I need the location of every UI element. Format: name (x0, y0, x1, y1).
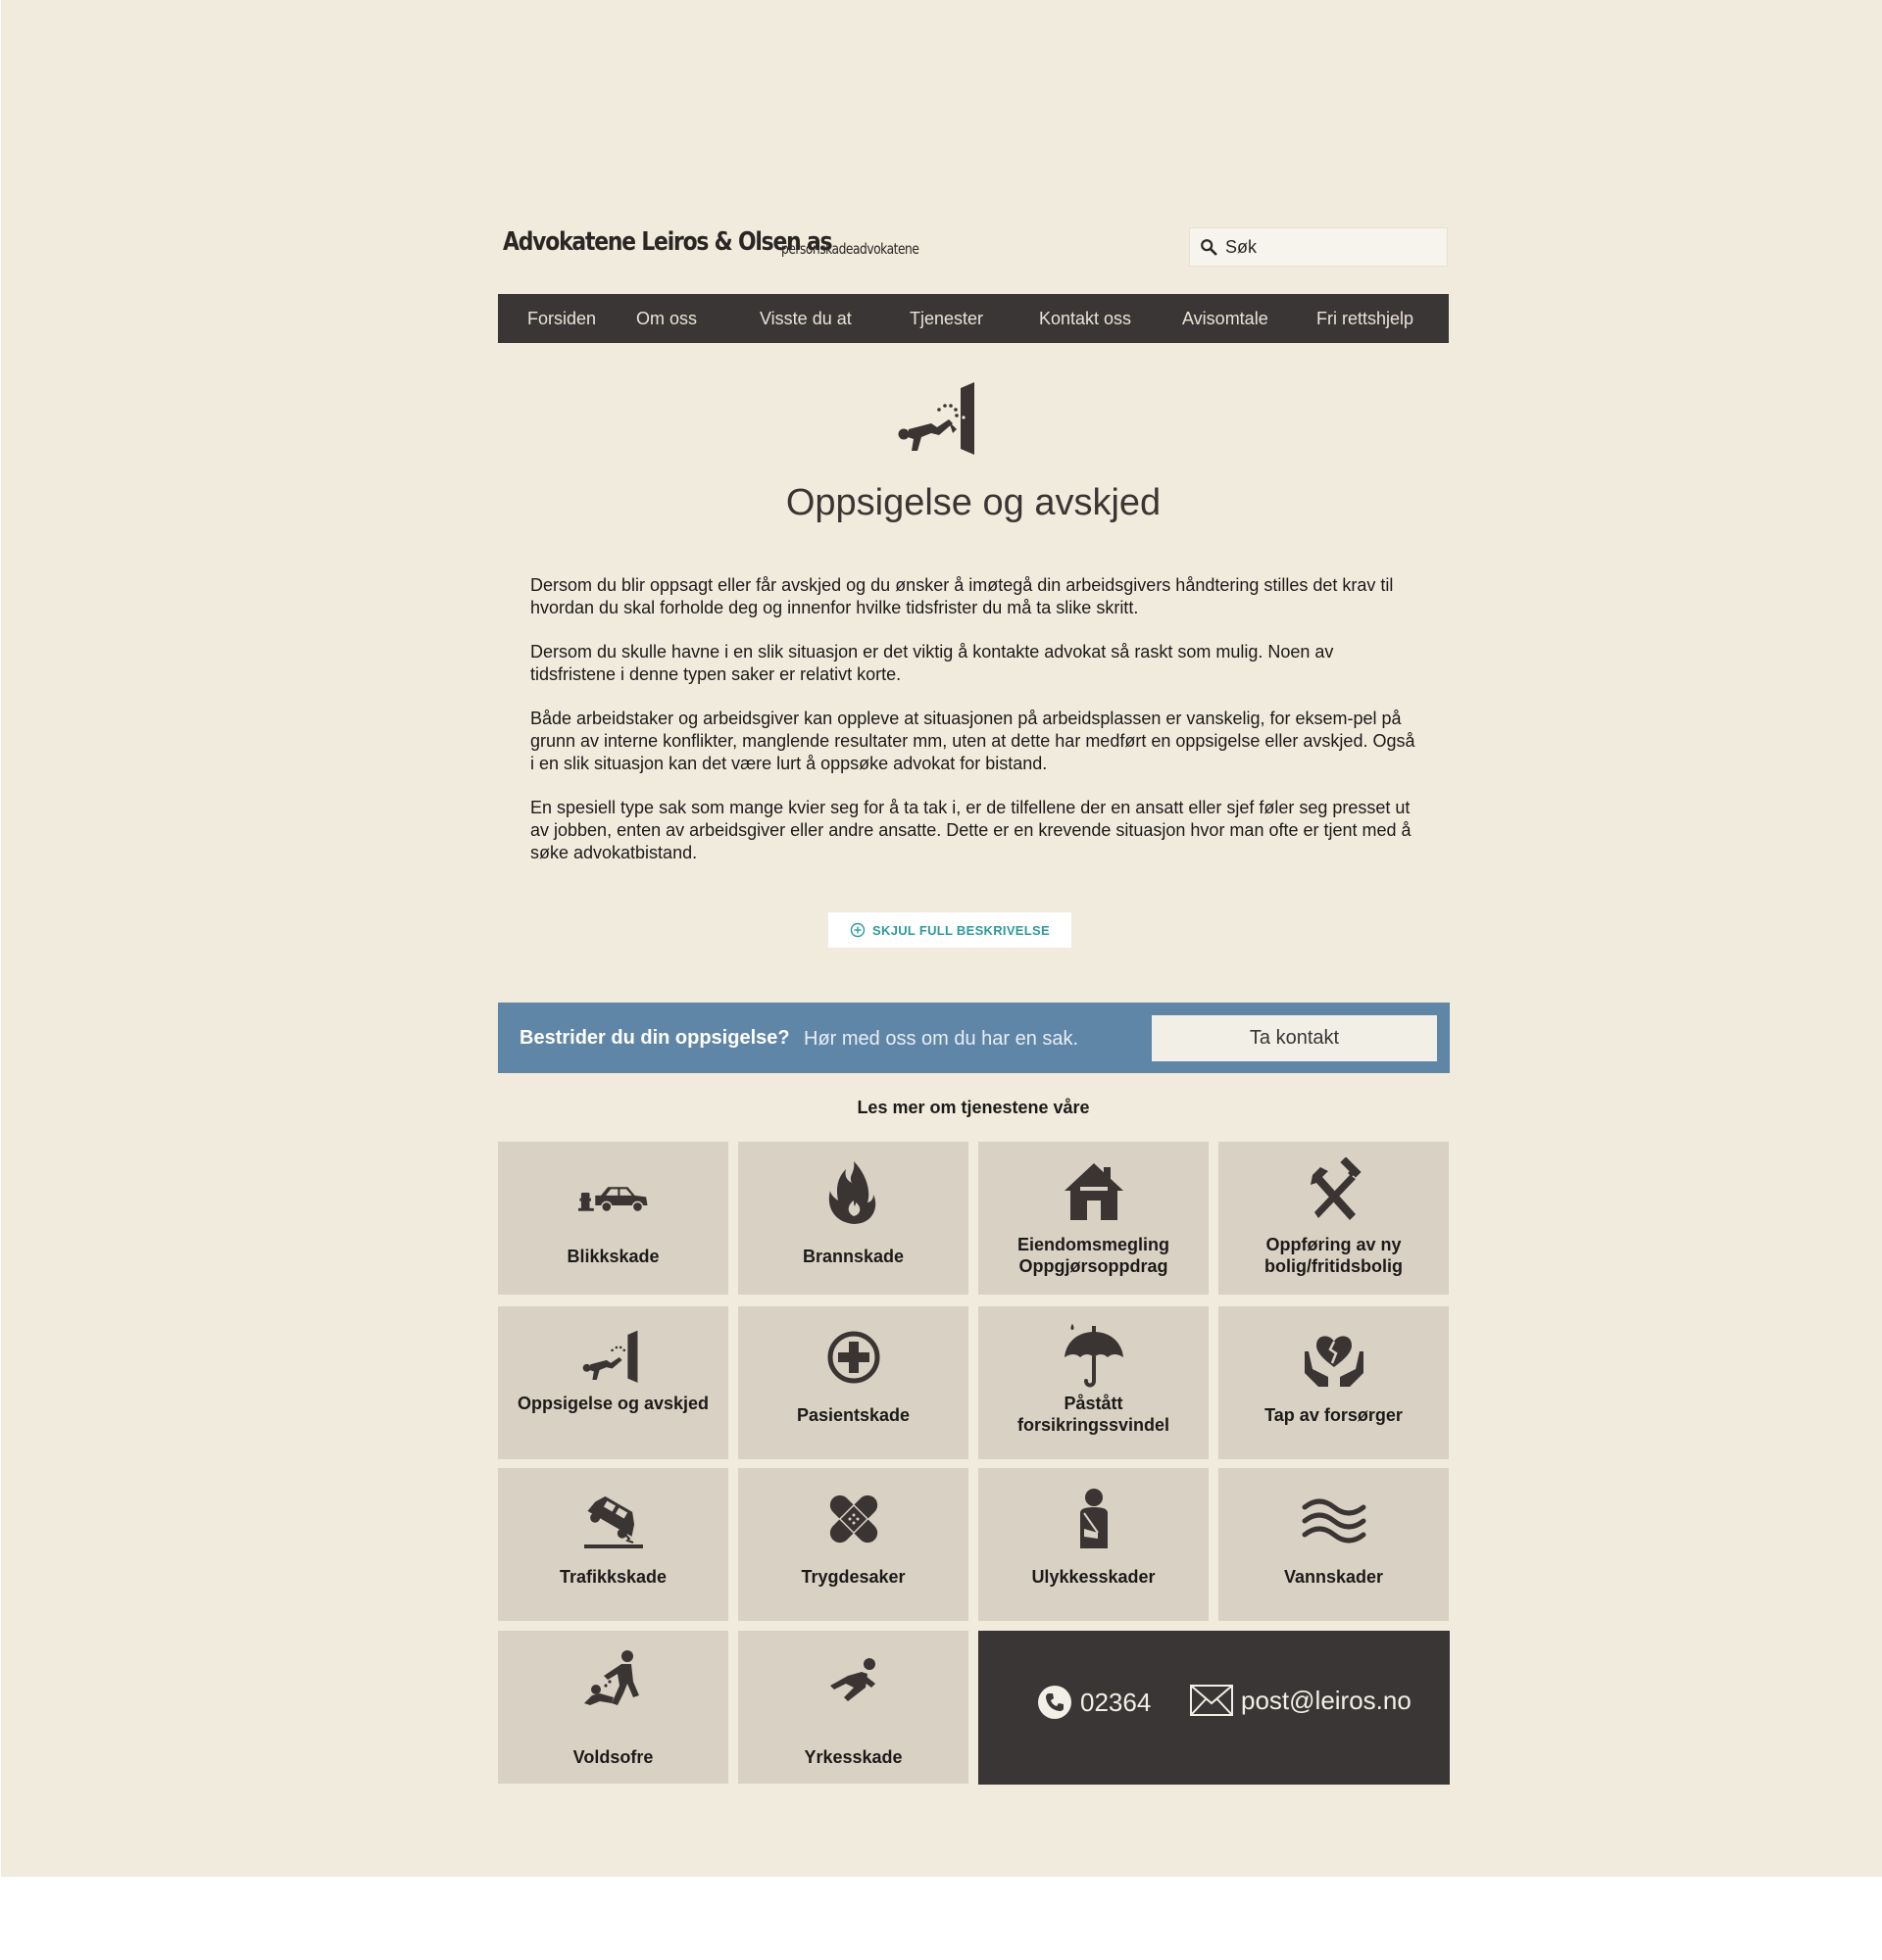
overturned-car-icon (583, 1495, 643, 1548)
service-description: Dersom du blir oppsagt eller får avskjed… (530, 574, 1422, 886)
page-title: Oppsigelse og avskjed (785, 482, 1162, 523)
car-crash-icon (577, 1187, 648, 1213)
circle-plus-icon (850, 922, 866, 938)
nav-item-avisomtale[interactable]: Avisomtale (1182, 309, 1268, 329)
service-tile-label: Voldsofre (572, 1747, 654, 1767)
toggle-description-label: SKJUL FULL BESKRIVELSE (872, 922, 1050, 938)
nav-item-forsiden[interactable]: Forsiden (527, 309, 596, 329)
water-waves-icon (1302, 1498, 1365, 1544)
falling-person-icon (829, 1658, 875, 1701)
email-address: post@leiros.no (1241, 1685, 1412, 1715)
service-tile-voldsofre[interactable]: Voldsofre (498, 1631, 728, 1784)
description-paragraph: Både arbeidstaker og arbeidsgiver kan op… (530, 709, 1415, 773)
nav-item-tjenester[interactable]: Tjenester (910, 309, 983, 329)
service-tile-label: Oppsigelse og avskjed (517, 1394, 710, 1413)
service-tile-label: Vannskader (1283, 1567, 1384, 1587)
house-icon (1064, 1163, 1123, 1220)
banner-question: Bestrider du din oppsigelse? (520, 1027, 790, 1049)
service-tile-label: Tap av forsørger (1264, 1405, 1403, 1425)
email-contact[interactable]: post@leiros.no (1190, 1685, 1412, 1716)
description-paragraph: Dersom du skulle havne i en slik situasj… (530, 642, 1334, 684)
service-tile-blikkskade[interactable]: Blikkskade (498, 1142, 728, 1295)
dismissal-icon (898, 382, 974, 455)
toggle-description-button[interactable]: SKJUL FULL BESKRIVELSE (828, 912, 1071, 948)
service-tile-forsikringssvindel[interactable]: Påstått forsikringssvindel (978, 1306, 1209, 1459)
service-tile-oppsigelse[interactable]: Oppsigelse og avskjed (498, 1306, 728, 1459)
hammer-wrench-icon (1310, 1157, 1362, 1220)
service-tile-eiendomsmegling[interactable]: Eiendomsmegling Oppgjørsoppdrag (978, 1142, 1209, 1295)
service-tile-label: Trafikkskade (559, 1567, 668, 1587)
service-tile-yrkesskade[interactable]: Yrkesskade (738, 1631, 968, 1784)
service-tile-label: Brannskade (802, 1247, 905, 1266)
broken-heart-hands-icon (1304, 1336, 1363, 1387)
service-tile-label: Påstått forsikringssvindel (1016, 1394, 1170, 1435)
service-tile-trafikkskade[interactable]: Trafikkskade (498, 1468, 728, 1621)
nav-item-visste-du-at[interactable]: Visste du at (760, 309, 852, 329)
contact-button[interactable]: Ta kontakt (1152, 1015, 1437, 1061)
service-tile-ulykkesskader[interactable]: Ulykkesskader (978, 1468, 1209, 1621)
service-tile-label: Trygdesaker (801, 1567, 906, 1587)
phone-contact[interactable]: 02364 (1037, 1685, 1151, 1720)
fire-icon (828, 1161, 875, 1224)
medical-cross-icon (827, 1331, 879, 1384)
service-tile-oppforing[interactable]: Oppføring av ny bolig/fritidsbolig (1218, 1142, 1449, 1295)
nav-item-fri-rettshjelp[interactable]: Fri rettshjelp (1316, 309, 1413, 329)
service-tile-label: Oppføring av ny bolig/fritidsbolig (1264, 1235, 1403, 1276)
envelope-icon (1190, 1685, 1233, 1716)
service-tile-label: Pasientskade (796, 1405, 911, 1425)
logo-subtitle: personskadeadvokatene (781, 240, 919, 258)
banner-text: Hør med oss om du har en sak. (804, 1028, 1079, 1050)
service-tile-label: Yrkesskade (804, 1747, 903, 1767)
violence-icon (583, 1650, 639, 1705)
service-tile-brannskade[interactable]: Brannskade (738, 1142, 968, 1295)
service-tile-label: Eiendomsmegling Oppgjørsoppdrag (1016, 1235, 1170, 1276)
service-tile-label: Blikkskade (567, 1247, 660, 1266)
search-input[interactable] (1223, 235, 1443, 259)
services-heading: Les mer om tjenestene våre (857, 1098, 1090, 1117)
description-paragraph: En spesiell type sak som mange kvier seg… (530, 798, 1412, 862)
contact-banner: Bestrider du din oppsigelse? Hør med oss… (498, 1003, 1450, 1073)
dismissal-icon (582, 1330, 637, 1383)
nav-item-om-oss[interactable]: Om oss (636, 309, 697, 329)
search-box[interactable] (1189, 227, 1448, 267)
service-tile-pasientskade[interactable]: Pasientskade (738, 1306, 968, 1459)
injured-person-icon (1079, 1489, 1108, 1548)
phone-icon (1038, 1686, 1071, 1719)
service-tile-tap-av-forsorger[interactable]: Tap av forsørger (1218, 1306, 1449, 1459)
main-nav: Forsiden Om oss Visste du at Tjenester K… (498, 294, 1449, 343)
service-tile-vannskader[interactable]: Vannskader (1218, 1468, 1449, 1621)
search-icon (1201, 239, 1217, 256)
description-paragraph: Dersom du blir oppsagt eller får avskjed… (530, 575, 1394, 617)
service-tile-trygdesaker[interactable]: Trygdesaker (738, 1468, 968, 1621)
umbrella-icon (1064, 1323, 1123, 1388)
phone-number: 02364 (1080, 1687, 1152, 1717)
nav-item-kontakt-oss[interactable]: Kontakt oss (1039, 309, 1131, 329)
bandage-icon (829, 1494, 877, 1544)
contact-box: 02364 post@leiros.no (978, 1631, 1450, 1785)
service-tile-label: Ulykkesskader (1031, 1567, 1156, 1587)
